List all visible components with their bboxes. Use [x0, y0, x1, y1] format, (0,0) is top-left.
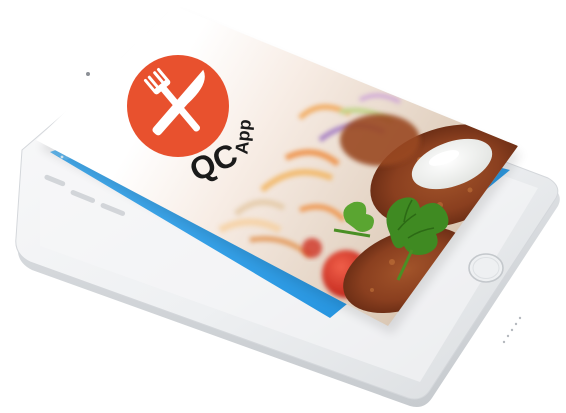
mockup-stage: QC App	[0, 0, 566, 413]
front-camera-icon	[86, 72, 90, 76]
bottom-speaker	[502, 316, 522, 344]
home-button[interactable]	[468, 253, 504, 283]
logo-word-app: App	[231, 118, 255, 155]
phone-mockup-illustration: QC App	[15, 6, 560, 408]
